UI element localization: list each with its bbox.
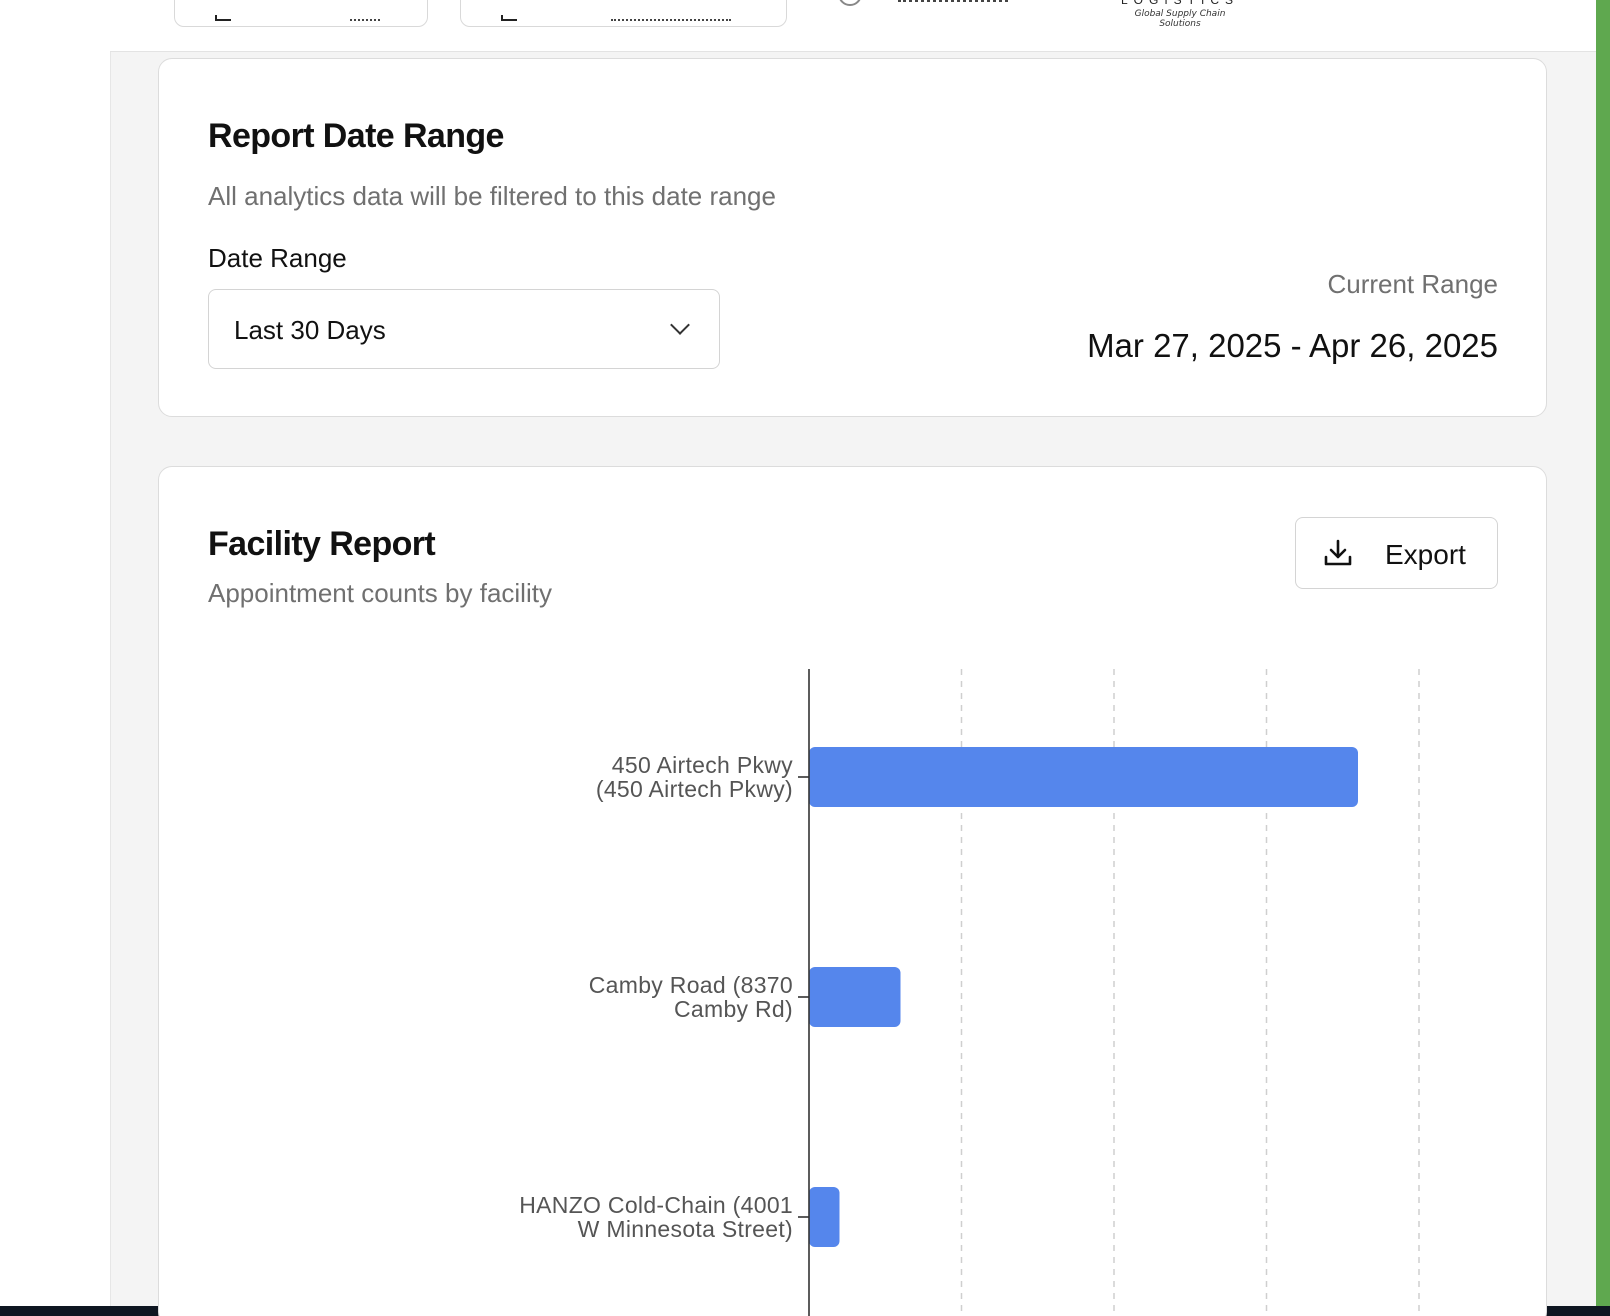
header-support-label — [898, 0, 1008, 2]
chart-category-label: HANZO Cold-Chain (4001 W Minnesota Street… — [519, 1192, 793, 1242]
current-range-label: Current Range — [1327, 269, 1498, 299]
facility-bar-chart: 450 Airtech Pkwy (450 Airtech Pkwy) Camby … — [519, 669, 1420, 1316]
logo-wordmark: LOGISTICS — [1115, 0, 1245, 5]
date-range-select[interactable]: Last 30 Days — [208, 289, 720, 369]
chart-category-label-line: 450 Airtech Pkwy — [612, 752, 793, 778]
logo-tagline: Global Supply Chain Solutions — [1134, 9, 1226, 29]
facility-report-card: Facility Report Appointment counts by fa… — [158, 466, 1547, 1316]
chart-category-label-line: Camby Rd) — [674, 996, 793, 1022]
window-edge-accent — [1596, 0, 1610, 1306]
chart-category-label: Camby Road (8370 Camby Rd) — [589, 972, 793, 1022]
date-range-label: Date Range — [208, 243, 347, 273]
header-support-link[interactable] — [838, 0, 1038, 6]
company-logo: LOGISTICS Global Supply Chain Solutions — [1115, 0, 1245, 29]
left-gutter — [0, 0, 110, 1306]
chart-bar — [809, 747, 1358, 807]
help-circle-icon — [838, 0, 862, 6]
chart-category-label-line: Camby Road (8370 — [589, 972, 793, 998]
date-card-title: Report Date Range — [208, 117, 504, 155]
header-action-button[interactable] — [174, 0, 428, 27]
chart-bar — [809, 1187, 840, 1247]
date-range-select-value: Last 30 Days — [234, 315, 386, 345]
top-header: LOGISTICS Global Supply Chain Solutions — [110, 0, 1596, 52]
current-range-value: Mar 27, 2025 - Apr 26, 2025 — [1087, 327, 1498, 364]
date-card-subtitle: All analytics data will be filtered to t… — [208, 181, 776, 211]
chart-category-label-line: HANZO Cold-Chain (4001 — [519, 1192, 793, 1218]
chart-category-label-line: (450 Airtech Pkwy) — [596, 776, 793, 802]
report-date-range-card: Report Date Range All analytics data wil… — [158, 58, 1547, 417]
chart-bar — [809, 967, 901, 1027]
chevron-down-icon — [670, 315, 690, 335]
chart-category-label: 450 Airtech Pkwy (450 Airtech Pkwy) — [596, 752, 793, 802]
chart-category-label-line: W Minnesota Street) — [578, 1216, 793, 1242]
header-manage-button[interactable] — [460, 0, 787, 27]
